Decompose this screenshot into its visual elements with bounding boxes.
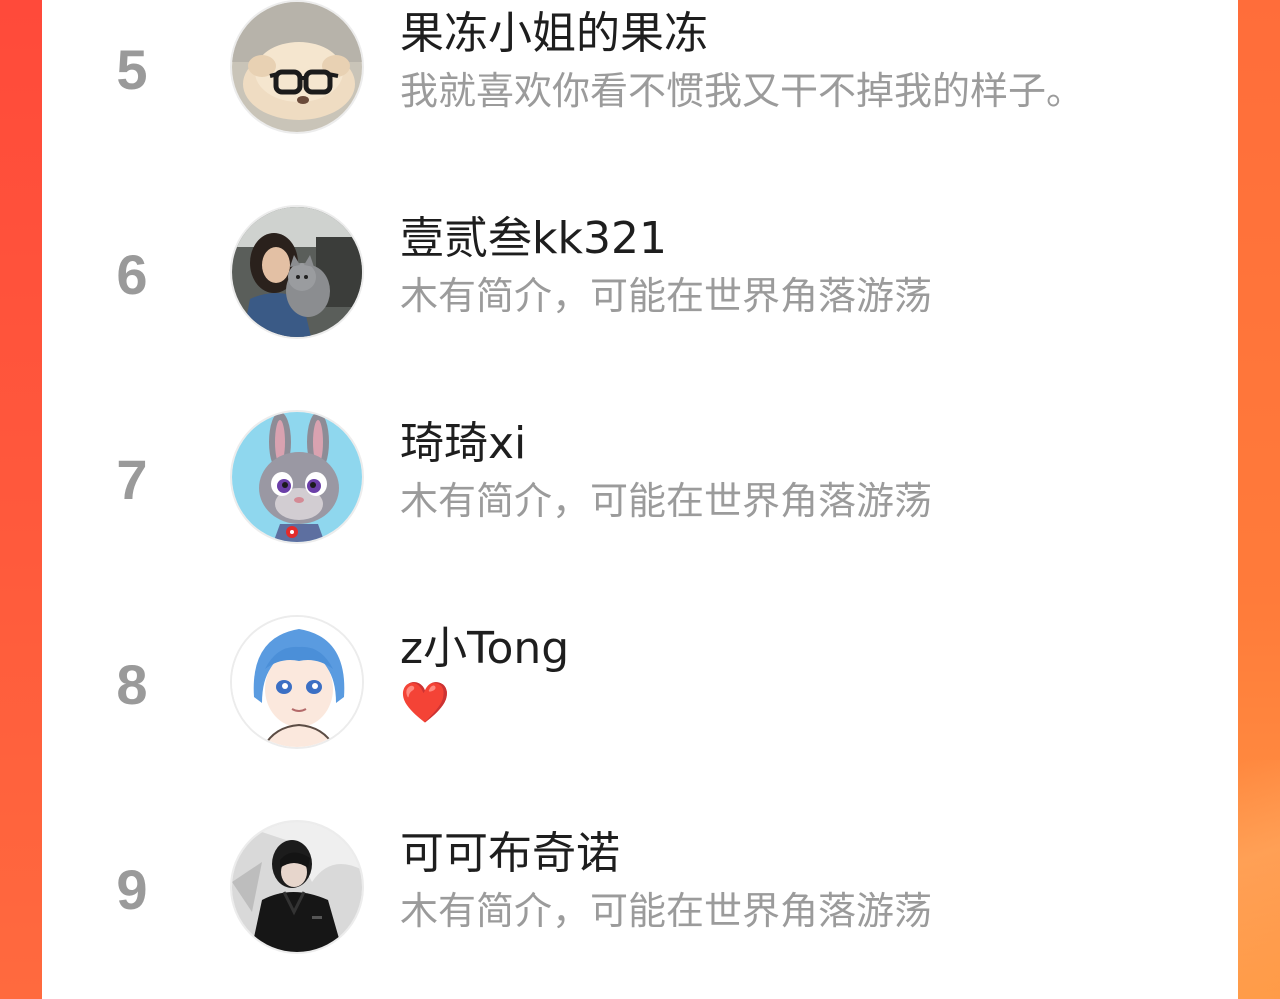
girl-holding-cat-photo-icon — [232, 207, 362, 337]
user-name[interactable]: z小Tong — [400, 627, 569, 671]
user-avatar[interactable] — [230, 615, 364, 749]
user-name[interactable]: 可可布奇诺 — [400, 832, 620, 876]
cartoon-bunny-icon — [232, 412, 362, 542]
man-in-black-jacket-icon — [232, 822, 362, 952]
ranking-list-item[interactable]: 5 果冻小姐的果冻 我就喜欢你看不惯我又干不掉我的样子。 — [42, 0, 1238, 170]
user-bio: 木有简介，可能在世界角落游荡 — [400, 889, 933, 933]
ranking-list-item[interactable]: 6 壹贰叁kk321 木有简介，可能在世界角落游荡 — [42, 205, 1238, 375]
ranking-list-item[interactable]: 7 琦琦xi 木有简介，可能在世界角落游荡 — [42, 410, 1238, 580]
user-name[interactable]: 果冻小姐的果冻 — [400, 12, 708, 56]
rank-number: 7 — [116, 448, 148, 511]
user-name[interactable]: 壹贰叁kk321 — [400, 217, 667, 261]
left-gradient-border — [0, 0, 42, 999]
ranking-panel: 5 果冻小姐的果冻 我就喜欢你看不惯我又干不掉我的样子。 6 壹贰叁kk321 … — [42, 0, 1238, 999]
rank-number: 8 — [116, 653, 148, 716]
ranking-list-item[interactable]: 9 可可布奇诺 木有简介，可能在世界角落游荡 — [42, 820, 1238, 990]
anime-girl-blue-hair-icon — [232, 617, 362, 747]
user-avatar[interactable] — [230, 410, 364, 544]
user-name[interactable]: 琦琦xi — [400, 422, 526, 466]
rank-number: 6 — [116, 243, 148, 306]
right-gradient-border — [1238, 0, 1280, 999]
ranking-list-item[interactable]: 8 z小Tong ❤️ — [42, 615, 1238, 785]
rank-number: 5 — [116, 38, 148, 101]
heart-emoji-bio: ❤️ — [400, 680, 450, 726]
puppy-with-glasses-icon — [232, 2, 362, 132]
user-bio: 木有简介，可能在世界角落游荡 — [400, 479, 933, 523]
rank-number: 9 — [116, 858, 148, 921]
user-avatar[interactable] — [230, 0, 364, 134]
user-avatar[interactable] — [230, 820, 364, 954]
user-avatar[interactable] — [230, 205, 364, 339]
user-bio: 我就喜欢你看不惯我又干不掉我的样子。 — [400, 69, 1085, 113]
user-bio: 木有简介，可能在世界角落游荡 — [400, 274, 933, 318]
